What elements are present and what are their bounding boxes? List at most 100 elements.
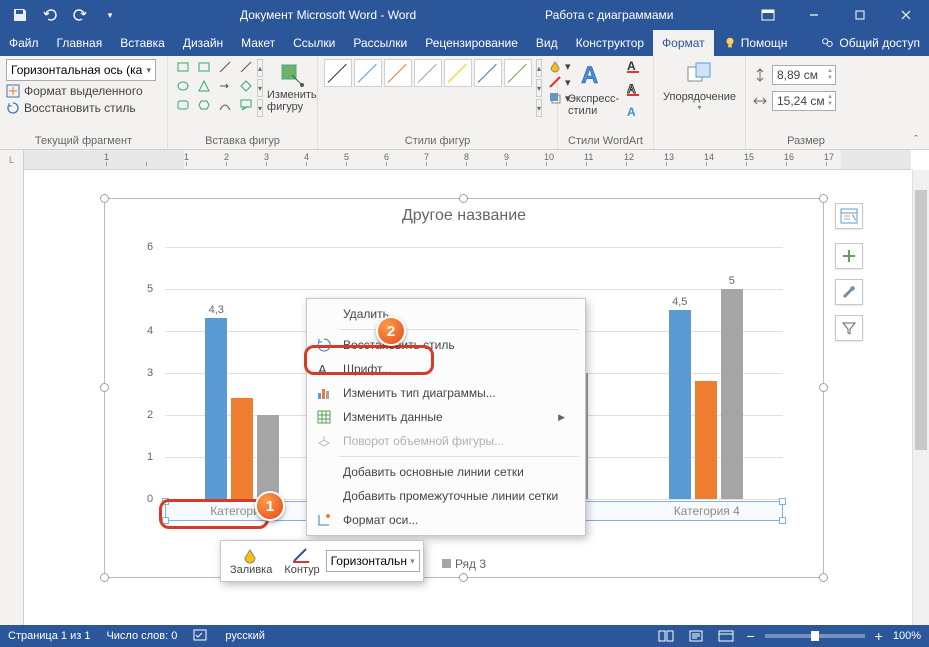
category-axis-label[interactable]: Категория 4 <box>674 504 740 518</box>
view-web-layout-icon[interactable] <box>716 628 736 644</box>
tab-layout[interactable]: Макет <box>232 30 284 56</box>
tab-mailings[interactable]: Рассылки <box>344 30 416 56</box>
shape-style-gallery[interactable] <box>324 59 532 87</box>
zoom-in-button[interactable]: + <box>875 628 883 644</box>
zoom-level[interactable]: 100% <box>893 630 921 642</box>
shape-hex-icon[interactable] <box>195 97 213 113</box>
tab-home[interactable]: Главная <box>48 30 112 56</box>
reset-style-button[interactable]: Восстановить стиль <box>6 101 161 115</box>
ctx-font[interactable]: AШрифт... <box>309 357 583 381</box>
selection-handle[interactable] <box>100 194 109 203</box>
selection-handle[interactable] <box>459 194 468 203</box>
format-selection-button[interactable]: Формат выделенного <box>6 84 161 98</box>
edit-shape-button[interactable]: Изменить фигуру <box>263 59 321 115</box>
shape-diamond-icon[interactable] <box>237 78 255 94</box>
status-language[interactable]: русский <box>225 630 264 642</box>
share-button[interactable]: Общий доступ <box>811 30 929 56</box>
legend-item[interactable]: Ряд 3 <box>442 557 486 571</box>
shape-line-icon[interactable] <box>216 59 234 75</box>
ribbon-display-options-icon[interactable] <box>745 0 791 30</box>
ctx-change-data[interactable]: Изменить данные▶ <box>309 405 583 429</box>
collapse-ribbon-icon[interactable]: ˆ <box>907 132 925 148</box>
ctx-add-minor-gridlines[interactable]: Добавить промежуточные линии сетки <box>309 484 583 508</box>
text-fill-button[interactable]: A <box>627 59 643 76</box>
chart-legend[interactable]: Ряд 3 <box>105 557 823 571</box>
chart-bar[interactable] <box>205 318 227 499</box>
axis-handle[interactable] <box>779 498 786 505</box>
status-page[interactable]: Страница 1 из 1 <box>8 630 90 642</box>
status-word-count[interactable]: Число слов: 0 <box>106 630 177 642</box>
chart-title[interactable]: Другое название <box>105 207 823 225</box>
ctx-reset-style[interactable]: Восстановить стиль <box>309 333 583 357</box>
tab-design[interactable]: Дизайн <box>174 30 232 56</box>
chart-elements-icon[interactable] <box>835 243 863 269</box>
text-effects-button[interactable]: A <box>627 105 643 122</box>
shape-oval-icon[interactable] <box>174 78 192 94</box>
minimize-button[interactable] <box>791 0 837 30</box>
shape-tri-icon[interactable] <box>195 78 213 94</box>
chart-bar[interactable] <box>257 415 279 499</box>
ctx-delete[interactable]: Удалить <box>309 302 583 326</box>
ctx-add-major-gridlines[interactable]: Добавить основные линии сетки <box>309 460 583 484</box>
qat-customize-icon[interactable]: ▾ <box>102 7 118 23</box>
selection-handle[interactable] <box>819 573 828 582</box>
arrange-button[interactable]: Упорядочение▾ <box>657 59 742 112</box>
tab-view[interactable]: Вид <box>527 30 567 56</box>
axis-handle[interactable] <box>779 517 786 524</box>
text-outline-button[interactable]: A <box>627 82 643 99</box>
shape-height-input[interactable]: 8,89 см▲▼ <box>772 65 836 85</box>
chart-filters-icon[interactable] <box>835 315 863 341</box>
chart-styles-icon[interactable] <box>835 279 863 305</box>
chart-bar[interactable] <box>669 310 691 499</box>
tab-format[interactable]: Формат <box>653 30 714 56</box>
tab-chart-design[interactable]: Конструктор <box>567 30 653 56</box>
style-up-icon[interactable]: ▴ <box>536 59 542 77</box>
shape-gallery[interactable] <box>174 59 255 113</box>
mini-fill-button[interactable]: Заливка <box>224 544 278 578</box>
undo-icon[interactable] <box>42 7 58 23</box>
shape-rect-icon[interactable] <box>174 59 192 75</box>
style-down-icon[interactable]: ▾ <box>536 79 542 97</box>
chart-element-selector[interactable]: Горизонтальная ось (ка▾ <box>6 59 156 81</box>
shape-arrow-icon[interactable] <box>216 78 234 94</box>
shape-roundrect-icon[interactable] <box>174 97 192 113</box>
tell-me[interactable]: Помощн <box>714 30 797 56</box>
selection-handle[interactable] <box>459 573 468 582</box>
tab-file[interactable]: Файл <box>0 30 48 56</box>
redo-icon[interactable] <box>72 7 88 23</box>
shape-width-input[interactable]: 15,24 см▲▼ <box>772 91 836 111</box>
view-print-layout-icon[interactable] <box>686 628 706 644</box>
zoom-slider[interactable] <box>765 634 865 638</box>
layout-options-icon[interactable] <box>835 203 863 229</box>
save-icon[interactable] <box>12 7 28 23</box>
mini-element-selector[interactable]: Горизонтальн▾ <box>326 550 420 572</box>
tab-review[interactable]: Рецензирование <box>416 30 527 56</box>
vertical-ruler[interactable] <box>0 170 24 625</box>
chart-bar[interactable] <box>721 289 743 499</box>
shape-rect2-icon[interactable] <box>195 59 213 75</box>
scrollbar-thumb[interactable] <box>915 190 927 450</box>
selection-handle[interactable] <box>100 383 109 392</box>
tab-insert[interactable]: Вставка <box>111 30 174 56</box>
chart-bar[interactable] <box>231 398 253 499</box>
shape-callout-icon[interactable] <box>237 97 255 113</box>
chart-bar[interactable] <box>695 381 717 499</box>
ctx-format-axis[interactable]: Формат оси... <box>309 508 583 532</box>
selection-handle[interactable] <box>819 194 828 203</box>
horizontal-ruler[interactable]: 11234567891011121314151617 <box>24 150 911 170</box>
zoom-out-button[interactable]: − <box>746 628 754 644</box>
ctx-change-chart-type[interactable]: Изменить тип диаграммы... <box>309 381 583 405</box>
vertical-scrollbar[interactable] <box>912 170 929 625</box>
selection-handle[interactable] <box>100 573 109 582</box>
wordart-quick-styles-button[interactable]: A Экспресс- стили <box>564 59 623 117</box>
maximize-button[interactable] <box>837 0 883 30</box>
status-spellcheck-icon[interactable] <box>193 628 209 645</box>
mini-outline-button[interactable]: Контур <box>278 544 325 578</box>
selection-handle[interactable] <box>819 383 828 392</box>
style-more-icon[interactable]: ▾ <box>536 99 542 117</box>
tab-references[interactable]: Ссылки <box>284 30 344 56</box>
axis-handle[interactable] <box>162 498 169 505</box>
close-button[interactable] <box>883 0 929 30</box>
shape-line2-icon[interactable] <box>237 59 255 75</box>
axis-handle[interactable] <box>162 517 169 524</box>
